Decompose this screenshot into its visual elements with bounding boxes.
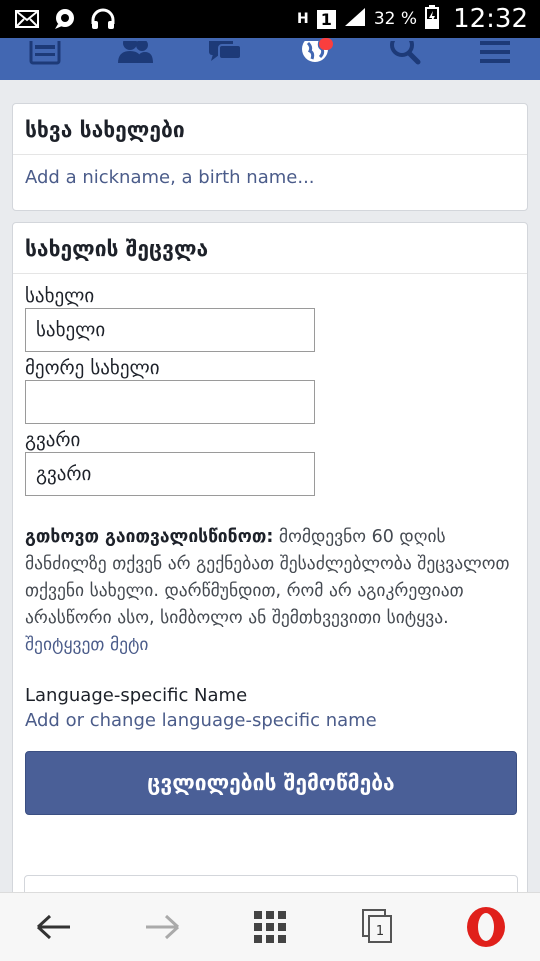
- menu-button[interactable]: [465, 38, 525, 80]
- messages-icon: [209, 41, 242, 61]
- network-type-icon: H: [297, 11, 309, 27]
- battery-icon: [425, 4, 440, 34]
- settings-content: სხვა სახელები Add a nickname, a birth na…: [0, 80, 540, 892]
- tabs-button[interactable]: 1: [343, 897, 413, 957]
- friends-icon: [118, 41, 153, 63]
- grid-icon: [254, 911, 286, 943]
- menu-icon: [480, 41, 510, 63]
- change-name-title: სახელის შეცვლა: [13, 223, 527, 274]
- back-button[interactable]: [19, 897, 89, 957]
- messages-button[interactable]: [195, 38, 255, 80]
- mail-icon: [14, 8, 40, 30]
- notification-badge: [319, 38, 333, 50]
- first-name-field[interactable]: [25, 308, 315, 352]
- middle-name-field[interactable]: [25, 380, 315, 424]
- friend-requests-button[interactable]: [105, 38, 165, 80]
- arrow-left-icon: [36, 914, 70, 940]
- news-feed-button[interactable]: [15, 38, 75, 80]
- middle-name-label: მეორე სახელი: [25, 357, 160, 379]
- notifications-button[interactable]: [285, 38, 345, 80]
- name-change-notice: გთხოვთ გაითვალისწინოთ: მომდევნო 60 დღის …: [13, 524, 527, 659]
- browser-bottom-bar: 1: [0, 892, 540, 961]
- news-feed-icon: [29, 41, 61, 65]
- review-change-button[interactable]: ცვლილების შემოწმება: [25, 751, 517, 815]
- next-card: [24, 875, 518, 892]
- signal-icon: [344, 7, 366, 32]
- clock: 12:32: [453, 4, 528, 34]
- tab-count: 1: [368, 915, 392, 943]
- last-name-label: გვარი: [25, 429, 81, 451]
- learn-more-link[interactable]: შეიტყვეთ მეტი: [25, 635, 148, 655]
- status-bar: H 1 32 % 12:32: [0, 0, 540, 38]
- battery-percent: 32 %: [373, 9, 418, 29]
- first-name-label: სახელი: [25, 285, 95, 307]
- other-names-card: სხვა სახელები Add a nickname, a birth na…: [12, 103, 528, 211]
- last-name-field[interactable]: [25, 452, 315, 496]
- language-name-title: Language-specific Name: [25, 685, 248, 706]
- speed-dial-button[interactable]: [235, 897, 305, 957]
- add-nickname-link[interactable]: Add a nickname, a birth name...: [13, 155, 527, 188]
- forward-button[interactable]: [127, 897, 197, 957]
- opera-menu-button[interactable]: [451, 897, 521, 957]
- sim-icon: 1: [316, 9, 336, 29]
- fb-top-nav: [0, 38, 540, 80]
- notice-heading: გთხოვთ გაითვალისწინოთ:: [25, 527, 274, 547]
- search-button[interactable]: [375, 38, 435, 80]
- other-names-title: სხვა სახელები: [13, 104, 527, 155]
- change-name-card: სახელის შეცვლა სახელი მეორე სახელი გვარი…: [12, 222, 528, 892]
- search-icon: [390, 41, 421, 65]
- headphones-icon: [90, 8, 116, 30]
- arrow-right-icon: [146, 914, 180, 940]
- opera-logo-icon: [467, 907, 505, 947]
- chat-bubble-icon: [52, 8, 78, 30]
- language-name-link[interactable]: Add or change language-specific name: [13, 706, 527, 731]
